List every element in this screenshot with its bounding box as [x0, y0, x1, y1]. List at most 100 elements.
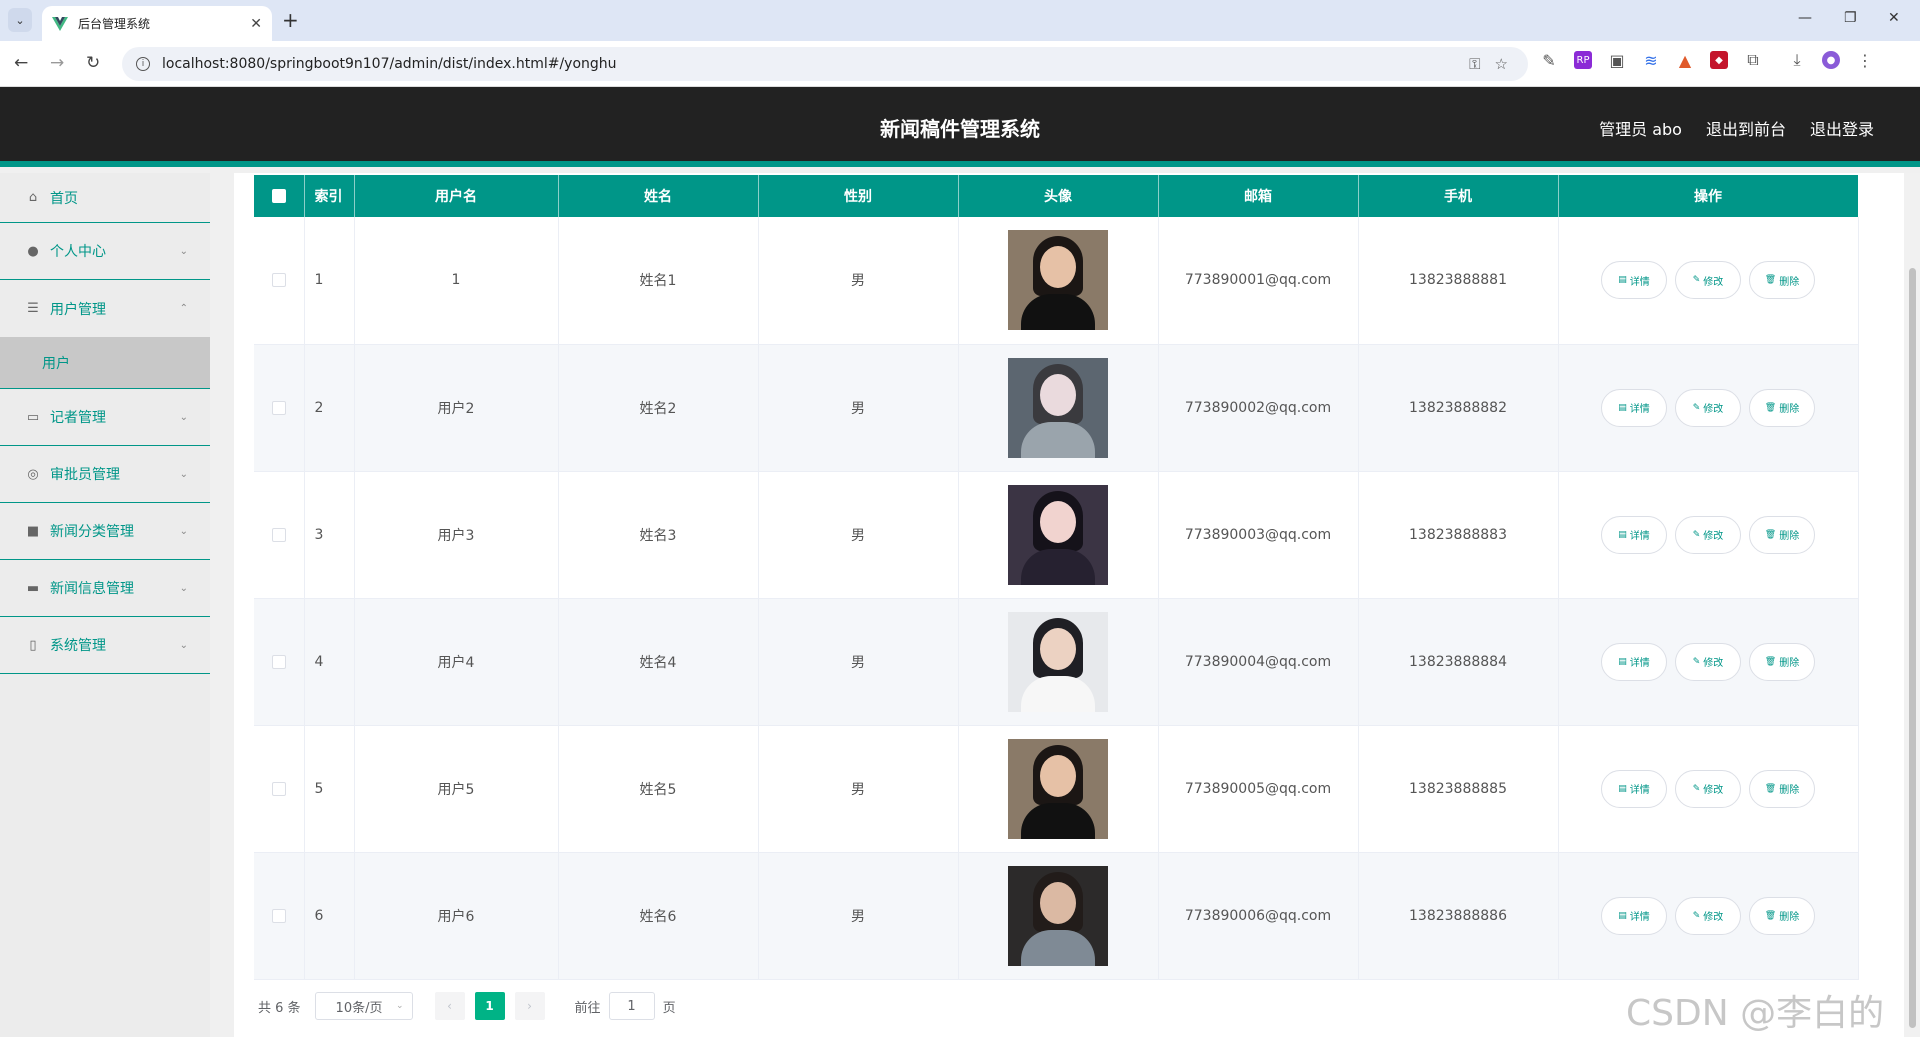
- column-header-actions: 操作: [1558, 175, 1859, 217]
- column-header-name: 姓名: [558, 175, 759, 217]
- site-info-icon[interactable]: i: [136, 57, 150, 71]
- window-close-icon[interactable]: ✕: [1888, 10, 1900, 26]
- download-icon[interactable]: ⤓: [1788, 50, 1806, 69]
- extension-icon[interactable]: ✎: [1540, 51, 1558, 70]
- chevron-down-icon: ⌄: [179, 411, 188, 423]
- cell-index: 2: [304, 344, 355, 472]
- select-all-checkbox[interactable]: [271, 189, 286, 203]
- delete-label: 删除: [1779, 912, 1800, 923]
- chevron-down-icon: ⌄: [179, 582, 188, 594]
- chevron-down-icon: ⌄: [179, 468, 188, 480]
- url-input[interactable]: i localhost:8080/springboot9n107/admin/d…: [122, 47, 1528, 81]
- profile-avatar-icon[interactable]: ●: [1822, 51, 1840, 69]
- sidebar-item-profile[interactable]: ● 个人中心 ⌄: [0, 223, 210, 280]
- avatar[interactable]: [1008, 230, 1108, 331]
- next-page-button[interactable]: ›: [514, 992, 545, 1020]
- goto-prefix: 前往: [574, 1000, 601, 1016]
- sidebar-item-label: 首页: [50, 190, 78, 207]
- tab-close-icon[interactable]: ✕: [250, 16, 262, 32]
- cell-email: 773890005@qq.com: [1158, 725, 1359, 853]
- row-checkbox[interactable]: [271, 273, 286, 288]
- browser-menu-icon[interactable]: ⋮: [1856, 51, 1874, 70]
- edit-button[interactable]: ✎ 修改: [1675, 769, 1741, 808]
- rp-extension-icon[interactable]: RP: [1574, 51, 1592, 69]
- detail-button[interactable]: ▤ 详情: [1601, 642, 1667, 681]
- detail-button[interactable]: ▤ 详情: [1601, 388, 1667, 427]
- delete-label: 删除: [1779, 276, 1800, 288]
- avatar[interactable]: [1008, 865, 1108, 966]
- cell-email: 773890004@qq.com: [1158, 598, 1359, 726]
- exit-to-frontend-link[interactable]: 退出到前台: [1706, 116, 1786, 140]
- edit-button[interactable]: ✎ 修改: [1675, 515, 1741, 554]
- page-size-select[interactable]: 10条/页 ⌄: [314, 992, 413, 1020]
- url-text: localhost:8080/springboot9n107/admin/dis…: [162, 56, 617, 72]
- cell-index: 6: [304, 852, 355, 980]
- forward-icon[interactable]: →: [50, 53, 64, 73]
- app-extension-icon[interactable]: ▣: [1608, 51, 1626, 70]
- sidebar-item-system[interactable]: ▯ 系统管理 ⌄: [0, 617, 210, 674]
- document-icon: ▤: [1618, 529, 1627, 540]
- detail-label: 详情: [1629, 276, 1650, 288]
- chevron-left-icon: ‹: [447, 999, 452, 1013]
- cell-email: 773890003@qq.com: [1158, 471, 1359, 599]
- detail-button[interactable]: ▤ 详情: [1601, 769, 1667, 808]
- puzzle-extensions-icon[interactable]: ⧉: [1744, 50, 1762, 69]
- cell-actions: ▤ 详情 ✎ 修改 🗑 删除: [1558, 471, 1859, 599]
- scrollbar-thumb[interactable]: [1909, 268, 1916, 1028]
- edit-icon: ✎: [1692, 275, 1701, 286]
- back-icon[interactable]: ←: [14, 53, 28, 73]
- detail-label: 详情: [1629, 785, 1650, 796]
- sidebar-item-user-management[interactable]: ☰ 用户管理 ⌃: [0, 280, 210, 337]
- row-checkbox[interactable]: [271, 527, 286, 542]
- avatar[interactable]: [1008, 738, 1108, 839]
- delete-button[interactable]: 🗑 删除: [1749, 642, 1815, 681]
- reload-icon[interactable]: ↻: [86, 53, 100, 73]
- flame-extension-icon[interactable]: ▲: [1676, 51, 1694, 70]
- phone-icon: ▯: [29, 637, 37, 653]
- restore-icon[interactable]: ❐: [1844, 10, 1857, 26]
- avatar[interactable]: [1008, 357, 1108, 458]
- edit-button[interactable]: ✎ 修改: [1675, 388, 1741, 427]
- new-tab-icon[interactable]: +: [282, 8, 299, 32]
- edit-button[interactable]: ✎ 修改: [1675, 896, 1741, 935]
- delete-label: 删除: [1779, 658, 1800, 669]
- row-checkbox[interactable]: [271, 400, 286, 415]
- row-checkbox[interactable]: [271, 908, 286, 923]
- row-checkbox[interactable]: [271, 781, 286, 796]
- tab-search-dropdown-icon[interactable]: ⌄: [8, 8, 32, 32]
- layers-extension-icon[interactable]: ≋: [1642, 51, 1660, 70]
- bookmark-star-icon[interactable]: ☆: [1495, 55, 1508, 73]
- edit-button[interactable]: ✎ 修改: [1675, 642, 1741, 681]
- sidebar-item-news-category[interactable]: ■ 新闻分类管理 ⌄: [0, 503, 210, 560]
- delete-button[interactable]: 🗑 删除: [1749, 388, 1815, 427]
- edit-button[interactable]: ✎ 修改: [1675, 261, 1741, 300]
- logout-link[interactable]: 退出登录: [1810, 116, 1874, 140]
- ublock-extension-icon[interactable]: ◆: [1710, 51, 1728, 69]
- detail-button[interactable]: ▤ 详情: [1601, 261, 1667, 300]
- avatar[interactable]: [1008, 484, 1108, 585]
- sidebar-item-label: 审批员管理: [50, 467, 120, 483]
- delete-button[interactable]: 🗑 删除: [1749, 515, 1815, 554]
- sidebar-item-home[interactable]: ⌂ 首页: [0, 173, 210, 223]
- minimize-icon[interactable]: —: [1798, 10, 1812, 26]
- cell-name: 姓名2: [558, 344, 759, 472]
- detail-button[interactable]: ▤ 详情: [1601, 896, 1667, 935]
- detail-button[interactable]: ▤ 详情: [1601, 515, 1667, 554]
- sidebar-item-news-info[interactable]: ▬ 新闻信息管理 ⌄: [0, 560, 210, 617]
- avatar[interactable]: [1008, 611, 1108, 712]
- row-checkbox[interactable]: [271, 654, 286, 669]
- page-button-current[interactable]: 1: [474, 992, 505, 1020]
- column-header-phone: 手机: [1358, 175, 1559, 217]
- browser-tab[interactable]: 后台管理系统 ✕: [42, 6, 272, 41]
- delete-button[interactable]: 🗑 删除: [1749, 896, 1815, 935]
- delete-button[interactable]: 🗑 删除: [1749, 261, 1815, 300]
- password-key-icon[interactable]: ⚿: [1469, 55, 1480, 73]
- cell-gender: 男: [758, 344, 959, 472]
- sidebar-item-reporter-management[interactable]: ▭ 记者管理 ⌄: [0, 389, 210, 446]
- sidebar-subitem-users[interactable]: 用户: [0, 337, 210, 389]
- prev-page-button[interactable]: ‹: [434, 992, 465, 1020]
- delete-button[interactable]: 🗑 删除: [1749, 769, 1815, 808]
- edit-icon: ✎: [1692, 783, 1701, 794]
- goto-page-input[interactable]: 1: [608, 992, 655, 1020]
- sidebar-item-approver-management[interactable]: ◎ 审批员管理 ⌄: [0, 446, 210, 503]
